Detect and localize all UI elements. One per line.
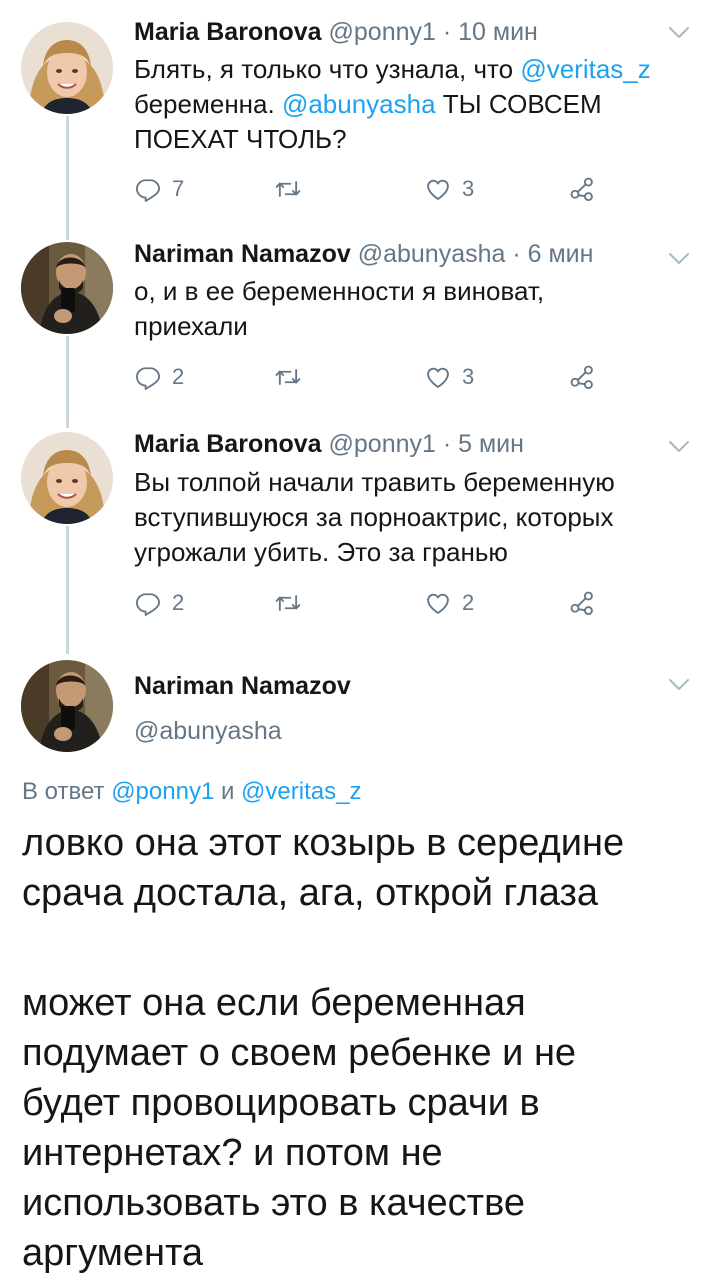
reply-icon <box>134 363 162 391</box>
chevron-down-icon[interactable] <box>668 26 690 40</box>
user-photo-icon <box>21 242 113 334</box>
reply-icon <box>134 175 162 203</box>
tweet-header: Maria Baronova @ponny1 · 10 мин <box>134 18 538 47</box>
tweet-text: ловко она этот козырь в середине срача д… <box>22 818 702 1278</box>
author-handle[interactable]: @ponny1 <box>329 430 436 458</box>
retweet-icon <box>274 363 302 391</box>
tweet-text: Блять, я только что узнала, что @veritas… <box>134 52 694 157</box>
author-handle[interactable]: @ponny1 <box>329 18 436 46</box>
author-name[interactable]: Maria Baronova <box>134 430 322 458</box>
reply-button[interactable]: 2 <box>134 360 184 394</box>
tweet-time: · 10 мин <box>442 18 538 46</box>
mention-link[interactable]: @veritas_z <box>520 54 650 84</box>
thread-line <box>66 336 69 428</box>
tweet-header: Maria Baronova @ponny1 · 5 мин <box>134 430 524 459</box>
retweet-button[interactable] <box>274 360 312 394</box>
tweet-paragraph: ловко она этот козырь в середине срача д… <box>22 822 625 914</box>
user-photo-icon <box>21 660 113 752</box>
author-handle[interactable]: @abunyasha <box>358 240 506 268</box>
mention-link[interactable]: @abunyasha <box>282 89 436 119</box>
like-button[interactable]: 3 <box>424 360 474 394</box>
like-icon <box>424 175 452 203</box>
user-photo-icon <box>21 22 113 114</box>
thread-line <box>66 116 69 240</box>
share-button[interactable] <box>568 360 596 394</box>
reply-count: 7 <box>172 176 185 201</box>
like-count: 3 <box>462 364 475 389</box>
retweet-icon <box>274 589 302 617</box>
retweet-button[interactable] <box>274 586 312 620</box>
tweet-header: Nariman Namazov @abunyasha · 6 мин <box>134 240 593 269</box>
user-photo-icon <box>21 432 113 524</box>
chevron-down-icon[interactable] <box>668 440 690 454</box>
reply-count: 2 <box>172 590 185 615</box>
avatar[interactable] <box>21 22 113 114</box>
author-name[interactable]: Nariman Namazov <box>134 672 351 701</box>
reply-prefix: В ответ <box>22 778 112 805</box>
like-button[interactable]: 2 <box>424 586 474 620</box>
reply-button[interactable]: 2 <box>134 586 184 620</box>
author-name[interactable]: Maria Baronova <box>134 18 322 46</box>
mention-link[interactable]: @veritas_z <box>241 778 361 805</box>
retweet-button[interactable] <box>274 172 312 206</box>
chevron-down-icon[interactable] <box>668 252 690 266</box>
tweet-actions: 2 3 <box>134 360 604 394</box>
tweet-actions: 2 2 <box>134 586 604 620</box>
share-button[interactable] <box>568 172 596 206</box>
share-button[interactable] <box>568 586 596 620</box>
reply-and: и <box>214 778 242 805</box>
share-icon <box>568 589 596 617</box>
mention-link[interactable]: @ponny1 <box>111 778 214 805</box>
tweet-actions: 7 3 <box>134 172 604 206</box>
like-icon <box>424 363 452 391</box>
text-segment: Блять, я только что узнала, что <box>134 54 521 84</box>
avatar[interactable] <box>21 242 113 334</box>
avatar[interactable] <box>21 432 113 524</box>
tweet-paragraph: может она если беременная подумает о сво… <box>22 982 577 1274</box>
tweet-time: · 6 мин <box>512 240 594 268</box>
like-button[interactable]: 3 <box>424 172 474 206</box>
reply-count: 2 <box>172 364 185 389</box>
chevron-down-icon[interactable] <box>668 678 690 692</box>
tweet-text: Вы толпой начали травить беременную всту… <box>134 467 615 567</box>
avatar[interactable] <box>21 660 113 752</box>
tweet-text: о, и в ее беременности я виноват, приеха… <box>134 276 545 341</box>
share-icon <box>568 363 596 391</box>
like-count: 3 <box>462 176 475 201</box>
retweet-icon <box>274 175 302 203</box>
reply-button[interactable]: 7 <box>134 172 184 206</box>
tweet-time: · 5 мин <box>442 430 524 458</box>
like-count: 2 <box>462 590 475 615</box>
thread-line <box>66 526 69 654</box>
author-handle[interactable]: @abunyasha <box>134 717 282 746</box>
author-name[interactable]: Nariman Namazov <box>134 240 351 268</box>
reply-icon <box>134 589 162 617</box>
like-icon <box>424 589 452 617</box>
share-icon <box>568 175 596 203</box>
text-segment: беременна. <box>134 89 282 119</box>
reply-context: В ответ @ponny1 и @veritas_z <box>22 778 361 806</box>
